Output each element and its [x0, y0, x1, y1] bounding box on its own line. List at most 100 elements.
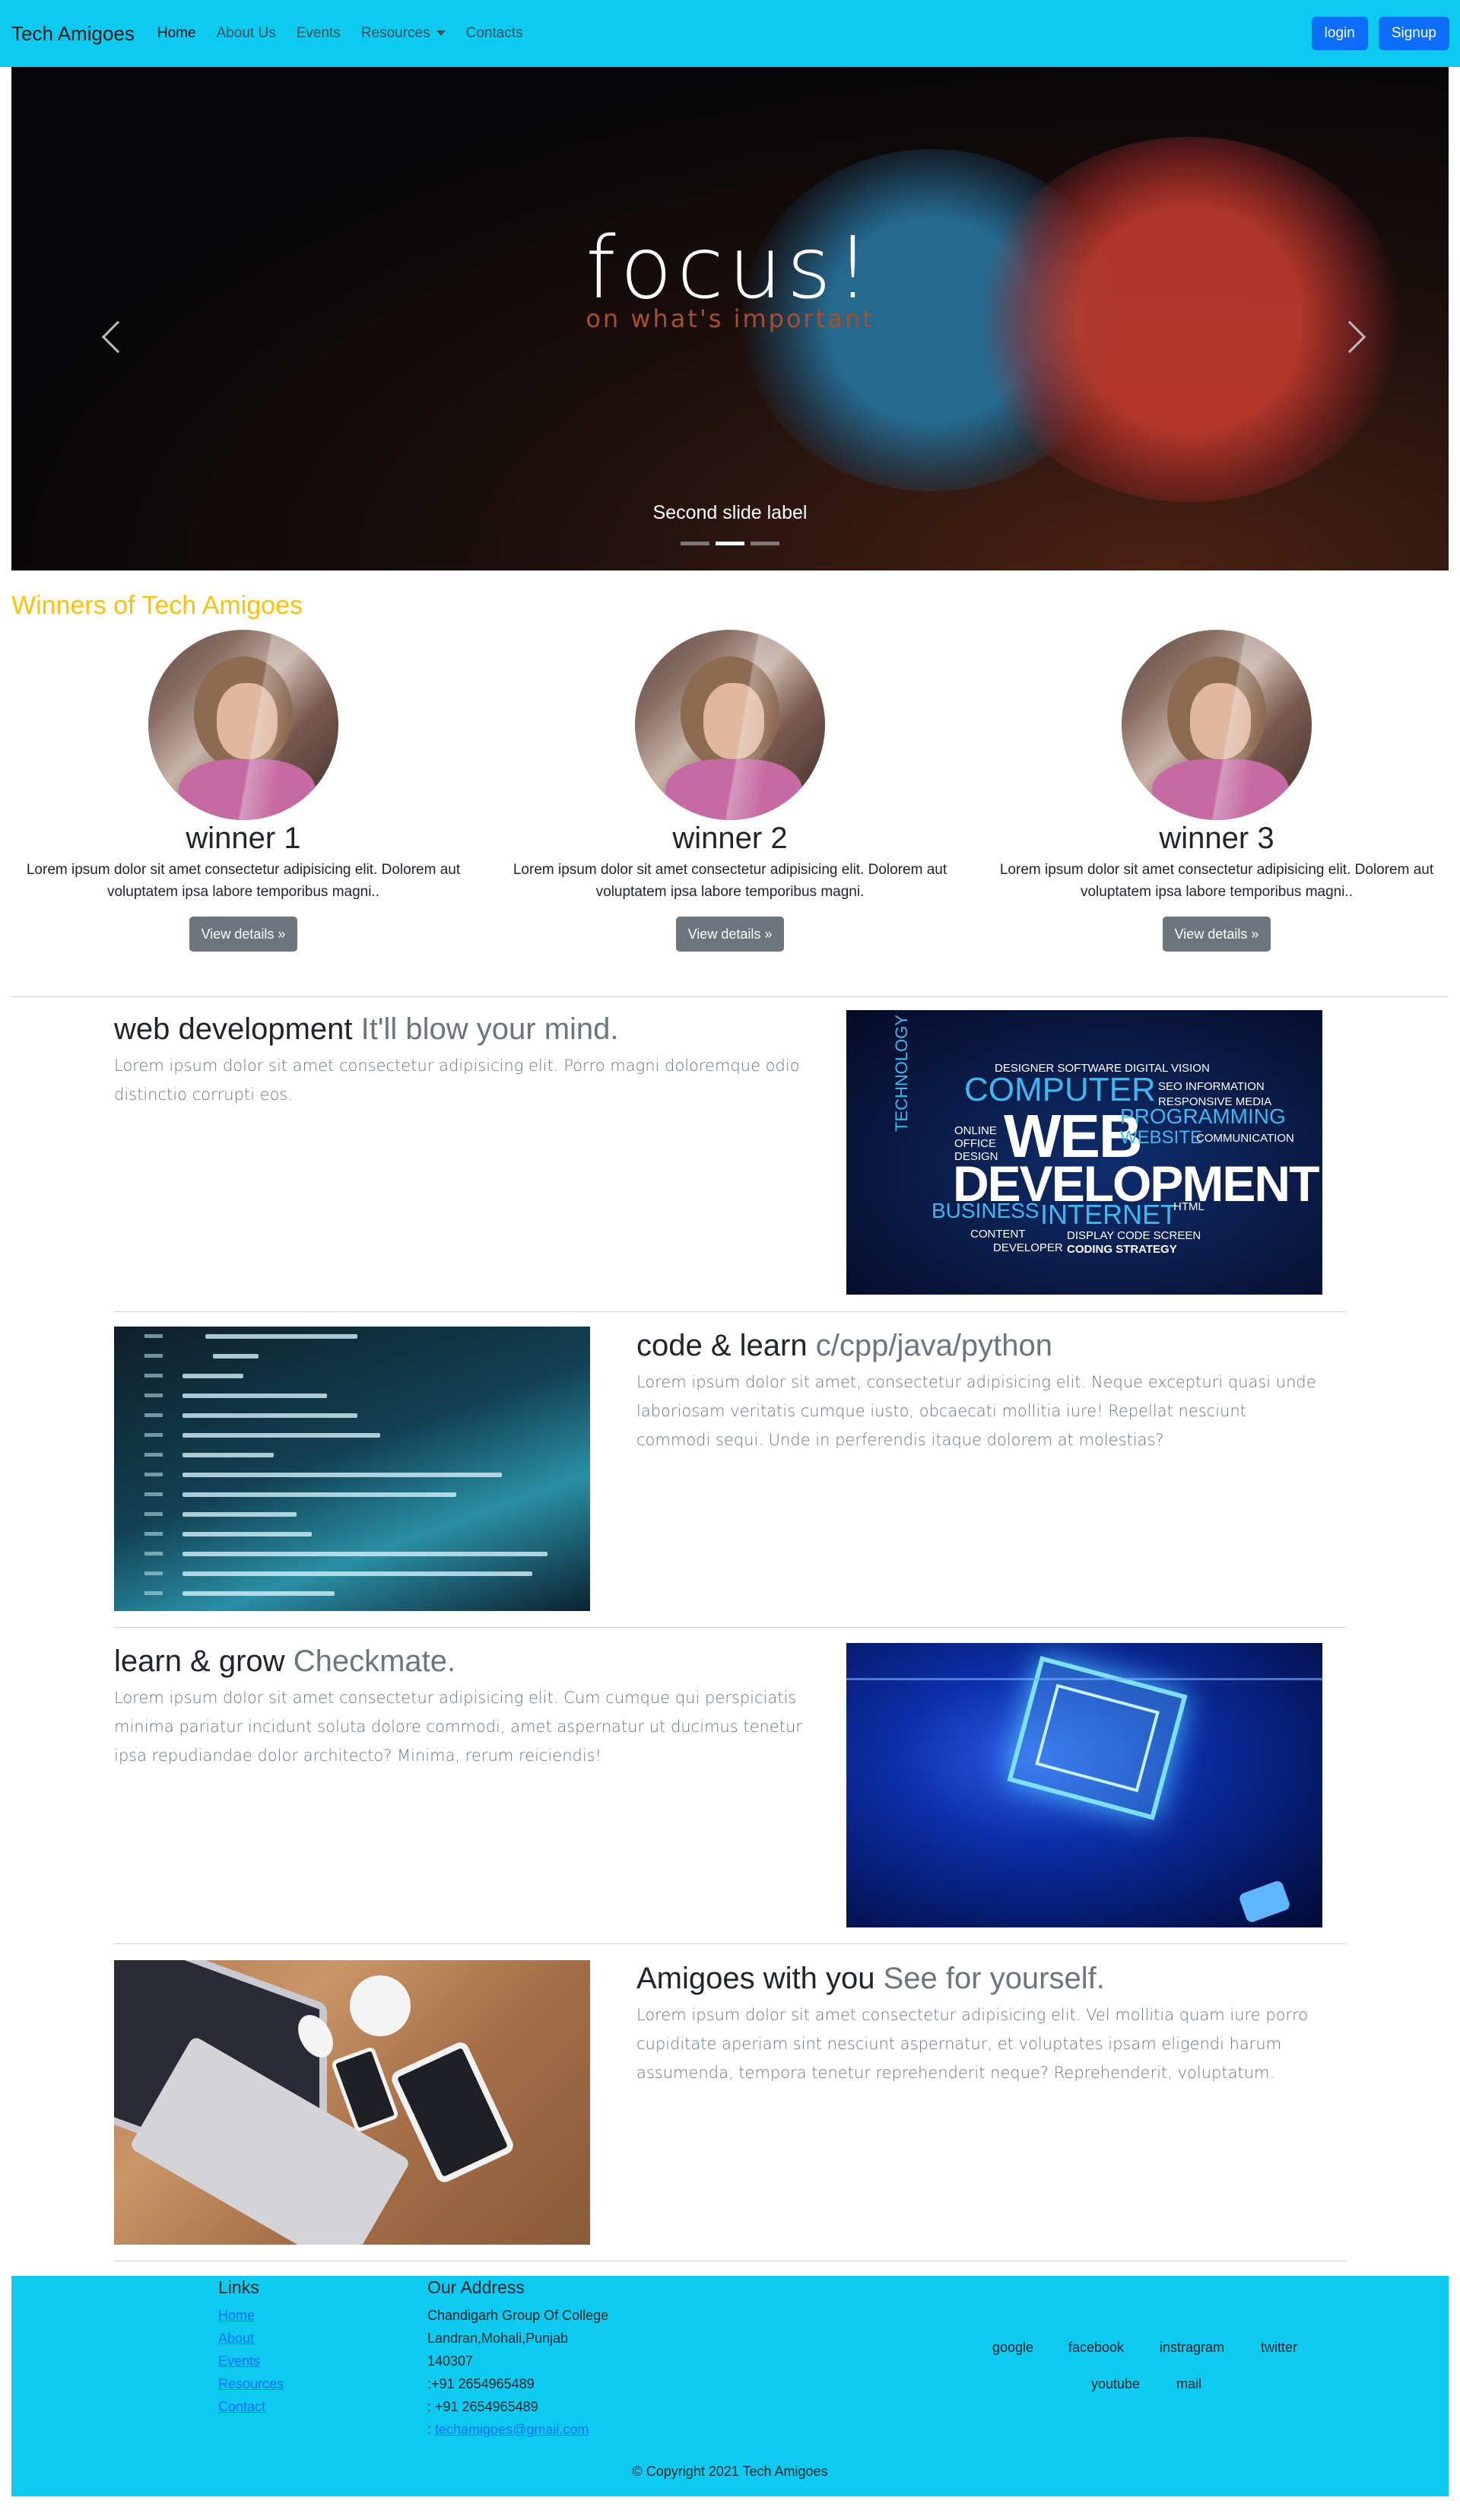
carousel-indicator-2[interactable]: [716, 542, 744, 545]
featurette-title: web development: [114, 1012, 353, 1046]
winner-avatar: [148, 630, 338, 820]
footer-address-column: Our Address Chandigarh Group Of College …: [427, 2276, 608, 2441]
nav-links: Home About Us Events Resources Contacts: [157, 25, 544, 42]
featurette-code-learn: code & learn c/cpp/java/python Lorem ips…: [636, 1327, 1321, 1454]
copyright-text: © Copyright 2021 Tech Amigoes: [632, 2464, 828, 2479]
word-cloud-text: CODING STRATEGY: [1067, 1243, 1177, 1256]
divider: [114, 1627, 1346, 1628]
email-line: : techamigoes@gmail.com: [427, 2418, 608, 2441]
auth-buttons: login Signup: [1311, 17, 1449, 50]
featurette-title: code & learn: [636, 1329, 808, 1362]
footer-link-contact[interactable]: Contact: [218, 2395, 284, 2418]
address-line: 140307: [427, 2353, 474, 2369]
winner-name: winner 1: [186, 821, 301, 855]
featurette-heading: web development It'll blow your mind.: [114, 1010, 814, 1048]
winner-card: winner 3 Lorem ipsum dolor sit amet cons…: [981, 630, 1452, 952]
featurette-heading: learn & grow Checkmate.: [114, 1642, 814, 1680]
nav-resources-dropdown[interactable]: Resources: [361, 25, 446, 42]
divider: [114, 1943, 1346, 1944]
featurette-title: learn & grow: [114, 1645, 285, 1678]
social-facebook[interactable]: facebook: [1068, 2340, 1124, 2356]
social-twitter[interactable]: twitter: [1261, 2340, 1297, 2356]
winner-avatar: [635, 630, 825, 820]
email-prefix: :: [427, 2422, 436, 2437]
featurette-learn-grow: learn & grow Checkmate. Lorem ipsum dolo…: [114, 1642, 814, 1770]
featurette-heading: code & learn c/cpp/java/python: [636, 1327, 1321, 1365]
winner-name: winner 2: [672, 821, 788, 855]
winners-heading: Winners of Tech Amigoes: [11, 591, 303, 620]
footer-links-title: Links: [218, 2277, 259, 2297]
word-cloud-text: DISPLAY CODE SCREEN: [1067, 1229, 1201, 1242]
social-instagram[interactable]: instragram: [1160, 2340, 1224, 2356]
featurette-text: Lorem ipsum dolor sit amet consectetur a…: [636, 2006, 1309, 2082]
carousel-indicator-3[interactable]: [751, 542, 779, 545]
phone-line: :+91 2654965489: [427, 2376, 535, 2391]
social-google[interactable]: google: [992, 2340, 1033, 2356]
circuit-chip-image: [846, 1643, 1322, 1927]
word-cloud-text: HTML: [1173, 1200, 1204, 1213]
footer-link-home[interactable]: Home: [218, 2304, 284, 2327]
winner-description: Lorem ipsum dolor sit amet consectetur a…: [999, 862, 1434, 900]
featurette-title: Amigoes with you: [636, 1962, 875, 1995]
winner-description: Lorem ipsum dolor sit amet consectetur a…: [513, 862, 947, 900]
login-button[interactable]: login: [1311, 17, 1368, 50]
chevron-down-icon: [436, 30, 446, 37]
featurette-web-development: web development It'll blow your mind. Lo…: [114, 1010, 814, 1109]
word-cloud-text: INTERNET: [1040, 1199, 1177, 1230]
top-navbar: Tech Amigoes Home About Us Events Resour…: [0, 0, 1460, 67]
word-cloud-text: PROGRAMMING: [1120, 1104, 1286, 1128]
winner-name: winner 3: [1159, 821, 1274, 855]
divider: [11, 996, 1449, 997]
view-details-button[interactable]: View details »: [675, 917, 785, 952]
word-cloud-text: CONTENT: [970, 1228, 1026, 1241]
nav-resources-label: Resources: [360, 25, 430, 41]
carousel-indicators: [681, 542, 779, 545]
address-line: Landran,Mohali,Punjab: [427, 2331, 569, 2346]
footer-link-events[interactable]: Events: [218, 2350, 284, 2372]
view-details-button[interactable]: View details »: [189, 917, 298, 952]
word-cloud-text: WEBSITE: [1120, 1127, 1203, 1148]
featurette-text: Lorem ipsum dolor sit amet consectetur a…: [114, 1689, 802, 1765]
email-link[interactable]: techamigoes@gmail.com: [435, 2422, 589, 2437]
featurette-text: Lorem ipsum dolor sit amet, consectetur …: [636, 1373, 1316, 1449]
desk-laptop-image: [114, 1960, 590, 2245]
address-line: Chandigarh Group Of College: [427, 2308, 609, 2323]
word-cloud-text: COMMUNICATION: [1196, 1132, 1294, 1145]
word-cloud-text: DEVELOPER: [993, 1241, 1063, 1254]
featurette-tagline: Checkmate.: [293, 1645, 456, 1678]
view-details-button[interactable]: View details »: [1162, 917, 1271, 952]
word-cloud-text: BUSINESS: [932, 1199, 1039, 1222]
featurette-tagline: It'll blow your mind.: [360, 1012, 619, 1046]
winner-card: winner 1 Lorem ipsum dolor sit amet cons…: [8, 630, 479, 952]
footer-link-resources[interactable]: Resources: [218, 2372, 284, 2395]
phone-line: : +91 2654965489: [427, 2399, 538, 2414]
footer-address-title: Our Address: [427, 2277, 525, 2297]
footer-link-about[interactable]: About: [218, 2327, 284, 2350]
nav-contacts[interactable]: Contacts: [466, 25, 523, 42]
divider: [114, 1311, 1346, 1312]
brand-logo[interactable]: Tech Amigoes: [11, 22, 135, 46]
nav-home[interactable]: Home: [157, 25, 196, 42]
featurette-amigoes: Amigoes with you See for yourself. Lorem…: [636, 1959, 1321, 2087]
winner-description: Lorem ipsum dolor sit amet consectetur a…: [26, 862, 461, 900]
web-development-image: DESIGNER SOFTWARE DIGITAL VISION SEO INF…: [846, 1010, 1322, 1295]
featurette-tagline: c/cpp/java/python: [815, 1329, 1053, 1362]
slide-headline: focus!: [586, 219, 874, 318]
nav-events[interactable]: Events: [297, 25, 341, 42]
code-screen-image: [114, 1327, 590, 1611]
winner-avatar: [1122, 630, 1312, 820]
social-youtube[interactable]: youtube: [1091, 2376, 1140, 2392]
nav-about[interactable]: About Us: [217, 25, 276, 42]
featurette-heading: Amigoes with you See for yourself.: [636, 1959, 1321, 1997]
word-cloud-text: SEO INFORMATION: [1158, 1080, 1265, 1093]
slide-caption: Second slide label: [652, 502, 808, 523]
featurette-tagline: See for yourself.: [883, 1962, 1105, 1995]
hero-carousel: focus! on what's important Second slide …: [11, 67, 1449, 570]
social-mail[interactable]: mail: [1176, 2376, 1201, 2392]
slide-subline: on what's important: [586, 304, 874, 333]
site-footer: Links Home About Events Resources Contac…: [11, 2276, 1449, 2496]
carousel-indicator-1[interactable]: [681, 542, 709, 545]
signup-button[interactable]: Signup: [1378, 17, 1449, 50]
winner-card: winner 2 Lorem ipsum dolor sit amet cons…: [494, 630, 966, 952]
featurette-text: Lorem ipsum dolor sit amet consectetur a…: [114, 1057, 800, 1104]
